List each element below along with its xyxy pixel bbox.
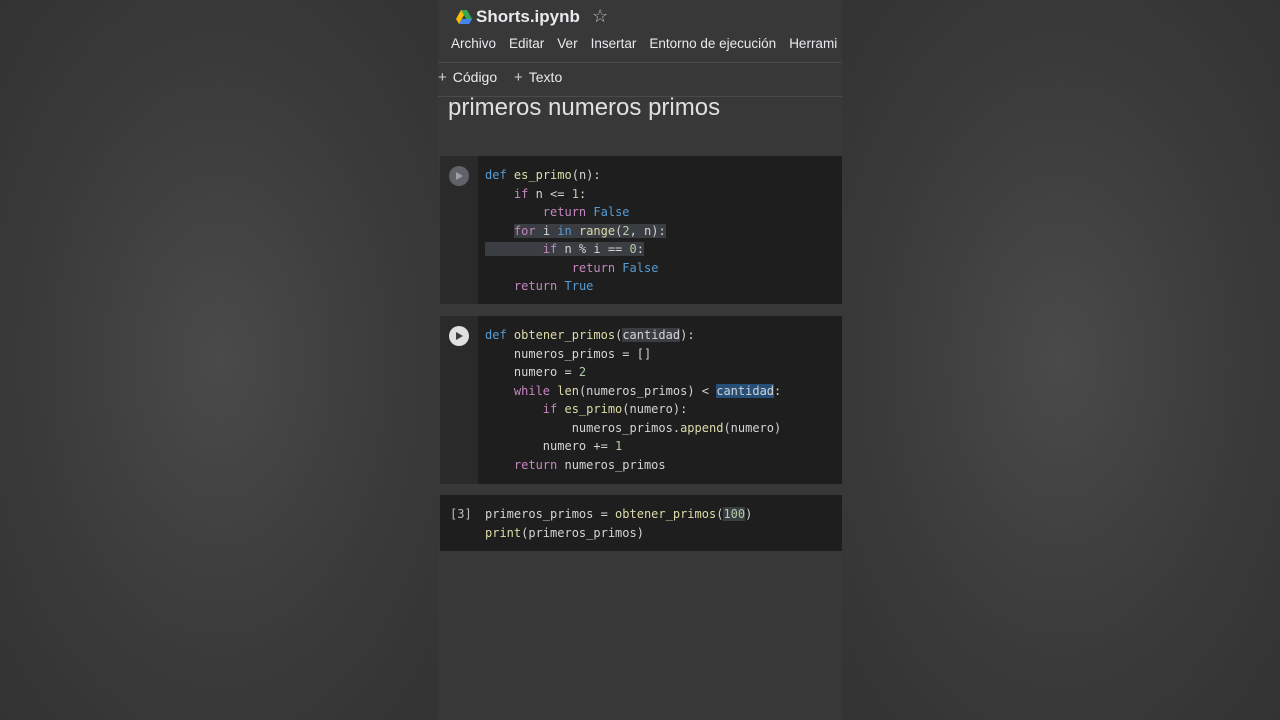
cell-code[interactable]: primeros_primos = obtener_primos(100) pr…	[485, 505, 752, 542]
menu-herramientas[interactable]: Herrami	[789, 36, 837, 51]
code-line: numeros_primos = []	[485, 346, 652, 361]
menu-entorno[interactable]: Entorno de ejecución	[649, 36, 776, 51]
code-line: return False	[542, 205, 630, 219]
code-cell-es-primo[interactable]: def es_primo(n): if n <= 1: return False…	[440, 156, 842, 304]
menu-insertar[interactable]: Insertar	[591, 36, 637, 51]
code-line: primeros_primos = obtener_primos(100)	[485, 507, 753, 521]
code-line: if es_primo(numero):	[542, 402, 688, 416]
cell-gutter	[440, 495, 478, 551]
colab-notebook: Shorts.ipynb ☆ Archivo Editar Ver Insert…	[438, 0, 842, 720]
add-text-button[interactable]: + Texto	[514, 69, 562, 86]
menu-ver[interactable]: Ver	[557, 36, 577, 51]
drive-logo-icon	[456, 10, 472, 24]
execution-count: [3]	[450, 507, 472, 521]
plus-icon: +	[438, 69, 447, 86]
code-line: while len(numeros_primos) < cantidad:	[513, 383, 782, 398]
run-cell-icon[interactable]	[449, 326, 469, 346]
code-line: for i in range(2, n):	[513, 223, 666, 238]
code-line: numero += 1	[485, 439, 623, 453]
cell-toolbar: + Código + Texto	[438, 62, 842, 97]
notebook-title[interactable]: Shorts.ipynb	[476, 7, 580, 27]
code-line: return numeros_primos	[513, 457, 666, 472]
code-line: def es_primo(n):	[485, 168, 601, 182]
notebook-header: Shorts.ipynb ☆ Archivo Editar Ver Insert…	[438, 0, 842, 62]
cell-separator	[438, 304, 842, 316]
code-line: return False	[571, 260, 659, 275]
code-line: print(primeros_primos)	[485, 525, 644, 540]
code-cell-obtener-primos[interactable]: def obtener_primos(cantidad): numeros_pr…	[440, 316, 842, 484]
run-cell-icon[interactable]	[449, 166, 469, 186]
plus-icon: +	[514, 69, 523, 86]
code-line: numeros_primos.append(numero)	[485, 420, 782, 435]
code-cell-primeros-primos[interactable]: [3] primeros_primos = obtener_primos(100…	[440, 495, 842, 551]
background-left	[0, 0, 438, 720]
code-line: numero = 2	[485, 365, 587, 379]
background-right	[842, 0, 1280, 720]
cell-code[interactable]: def obtener_primos(cantidad): numeros_pr…	[485, 326, 781, 474]
menu-bar: Archivo Editar Ver Insertar Entorno de e…	[451, 36, 842, 51]
code-line: def obtener_primos(cantidad):	[485, 328, 695, 342]
add-code-button[interactable]: + Código	[438, 69, 497, 86]
code-line: if n % i == 0:	[485, 242, 644, 256]
menu-editar[interactable]: Editar	[509, 36, 544, 51]
cell-code[interactable]: def es_primo(n): if n <= 1: return False…	[485, 166, 666, 296]
code-line: if n <= 1:	[513, 186, 587, 201]
menu-archivo[interactable]: Archivo	[451, 36, 496, 51]
star-icon[interactable]: ☆	[592, 6, 608, 27]
code-line: return True	[513, 279, 594, 293]
markdown-heading: primeros numeros primos	[448, 94, 721, 121]
